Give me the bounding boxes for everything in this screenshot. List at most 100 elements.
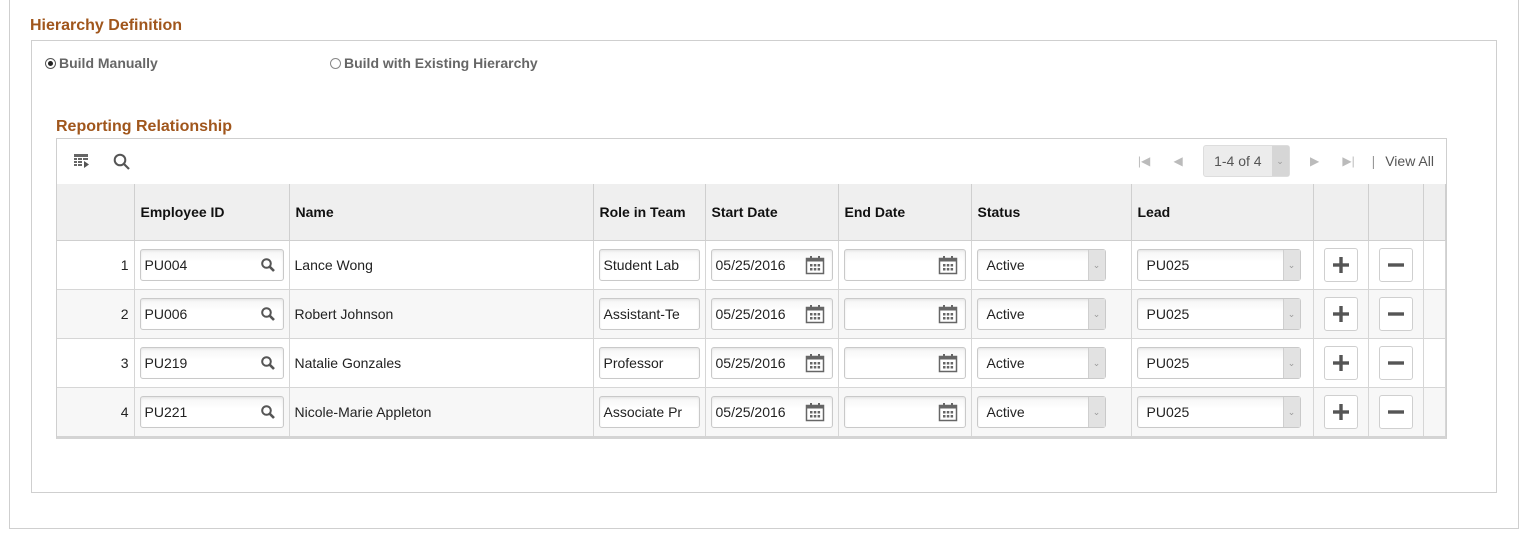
chevron-down-icon: ⌄ xyxy=(1087,396,1105,427)
employee-id-input[interactable]: PU221 xyxy=(139,395,284,428)
add-row-button[interactable] xyxy=(1323,345,1358,380)
last-page-icon[interactable]: ▶| xyxy=(1332,154,1366,168)
spacer-cell xyxy=(1423,289,1446,339)
col-header-delete xyxy=(1368,184,1424,241)
end-date-input[interactable] xyxy=(843,248,966,281)
col-header-row-number xyxy=(57,184,135,241)
spacer-cell xyxy=(1423,240,1446,290)
employee-id-value: PU004 xyxy=(144,256,188,273)
radio-build-existing-hierarchy[interactable]: Build with Existing Hierarchy xyxy=(330,55,538,71)
end-date-input[interactable] xyxy=(843,297,966,330)
status-select[interactable]: Active ⌄ xyxy=(976,346,1106,379)
radio-label: Build Manually xyxy=(59,55,158,71)
end-date-input[interactable] xyxy=(843,346,966,379)
calendar-icon[interactable] xyxy=(938,255,958,278)
start-date-cell: 05/25/2016 xyxy=(705,240,839,290)
add-row-button[interactable] xyxy=(1323,394,1358,429)
lead-select[interactable]: PU025 ⌄ xyxy=(1136,248,1301,281)
first-page-icon[interactable]: |◀ xyxy=(1127,154,1161,168)
next-page-icon[interactable]: ▶ xyxy=(1298,154,1332,168)
employee-id-value: PU219 xyxy=(144,354,188,371)
reporting-relationship-grid: |◀ ◀ 1-4 of 4 ⌄ ▶ ▶| | View All Employee… xyxy=(56,138,1447,439)
role-input[interactable]: Student Lab xyxy=(598,248,700,281)
employee-id-input[interactable]: PU006 xyxy=(139,297,284,330)
page-range-select[interactable]: 1-4 of 4 ⌄ xyxy=(1203,145,1290,177)
spacer-cell xyxy=(1423,338,1446,388)
calendar-icon[interactable] xyxy=(805,353,825,376)
lead-cell: PU025 ⌄ xyxy=(1131,289,1314,339)
status-select[interactable]: Active ⌄ xyxy=(976,395,1106,428)
lookup-search-icon[interactable] xyxy=(260,306,276,325)
role-value: Student Lab xyxy=(603,256,680,273)
plus-icon xyxy=(1332,305,1349,322)
status-select[interactable]: Active ⌄ xyxy=(976,297,1106,330)
status-select[interactable]: Active ⌄ xyxy=(976,248,1106,281)
calendar-icon[interactable] xyxy=(938,353,958,376)
col-header-spacer xyxy=(1423,184,1446,241)
chevron-down-icon: ⌄ xyxy=(1087,249,1105,280)
role-input[interactable]: Professor xyxy=(598,346,700,379)
chevron-down-icon: ⌄ xyxy=(1282,347,1300,378)
view-all-link[interactable]: View All xyxy=(1385,153,1434,169)
minus-icon xyxy=(1387,262,1404,267)
start-date-cell: 05/25/2016 xyxy=(705,387,839,436)
delete-row-cell xyxy=(1368,289,1424,339)
calendar-icon[interactable] xyxy=(805,255,825,278)
role-input[interactable]: Assistant-Te xyxy=(598,297,700,330)
start-date-input[interactable]: 05/25/2016 xyxy=(710,248,833,281)
chevron-down-icon: ⌄ xyxy=(1282,298,1300,329)
hierarchy-definition-title: Hierarchy Definition xyxy=(30,17,183,34)
lookup-search-icon[interactable] xyxy=(260,404,276,423)
start-date-value: 05/25/2016 xyxy=(715,403,786,420)
delete-row-button[interactable] xyxy=(1378,247,1413,282)
chevron-down-icon: ⌄ xyxy=(1271,146,1289,176)
lead-select[interactable]: PU025 ⌄ xyxy=(1136,346,1301,379)
table-row: 4 PU221 Nicole-Marie Appleton Associate … xyxy=(57,387,1446,436)
employee-id-cell: PU219 xyxy=(134,338,290,388)
employee-id-input[interactable]: PU219 xyxy=(139,346,284,379)
start-date-input[interactable]: 05/25/2016 xyxy=(710,346,833,379)
start-date-cell: 05/25/2016 xyxy=(705,338,839,388)
calendar-icon[interactable] xyxy=(805,402,825,425)
delete-row-cell xyxy=(1368,338,1424,388)
minus-icon xyxy=(1387,410,1404,414)
start-date-input[interactable]: 05/25/2016 xyxy=(710,297,833,330)
lookup-search-icon[interactable] xyxy=(260,355,276,374)
start-date-value: 05/25/2016 xyxy=(715,354,786,371)
end-date-input[interactable] xyxy=(843,395,966,428)
chevron-down-icon: ⌄ xyxy=(1087,298,1105,329)
calendar-icon[interactable] xyxy=(938,402,958,425)
end-date-cell xyxy=(838,387,972,436)
role-input[interactable]: Associate Pr xyxy=(598,395,700,428)
delete-row-button[interactable] xyxy=(1378,296,1413,331)
name-cell: Robert Johnson xyxy=(289,289,594,339)
radio-checked-icon[interactable] xyxy=(45,57,56,69)
col-header-add xyxy=(1313,184,1369,241)
calendar-icon[interactable] xyxy=(805,304,825,327)
calendar-icon[interactable] xyxy=(938,304,958,327)
delete-row-button[interactable] xyxy=(1378,394,1413,429)
radio-build-manually[interactable]: Build Manually xyxy=(45,55,158,71)
spacer-cell xyxy=(1423,387,1446,436)
table-row: 3 PU219 Natalie Gonzales Professor 05/25… xyxy=(57,338,1446,388)
employee-id-input[interactable]: PU004 xyxy=(139,248,284,281)
chevron-down-icon: ⌄ xyxy=(1087,347,1105,378)
status-cell: Active ⌄ xyxy=(971,338,1132,388)
add-row-cell xyxy=(1313,240,1369,290)
find-search-icon[interactable] xyxy=(113,153,131,176)
reporting-table: Employee ID Name Role in Team Start Date… xyxy=(57,184,1446,436)
employee-id-value: PU221 xyxy=(144,403,188,420)
delete-row-button[interactable] xyxy=(1378,345,1413,380)
pager-separator: | xyxy=(1371,153,1376,169)
previous-page-icon[interactable]: ◀ xyxy=(1161,154,1195,168)
start-date-input[interactable]: 05/25/2016 xyxy=(710,395,833,428)
lead-select[interactable]: PU025 ⌄ xyxy=(1136,395,1301,428)
lookup-search-icon[interactable] xyxy=(260,257,276,276)
personalize-grid-icon[interactable] xyxy=(73,153,91,174)
radio-unchecked-icon[interactable] xyxy=(330,57,341,69)
end-date-cell xyxy=(838,338,972,388)
start-date-cell: 05/25/2016 xyxy=(705,289,839,339)
add-row-button[interactable] xyxy=(1323,296,1358,331)
add-row-button[interactable] xyxy=(1323,247,1358,282)
lead-select[interactable]: PU025 ⌄ xyxy=(1136,297,1301,330)
